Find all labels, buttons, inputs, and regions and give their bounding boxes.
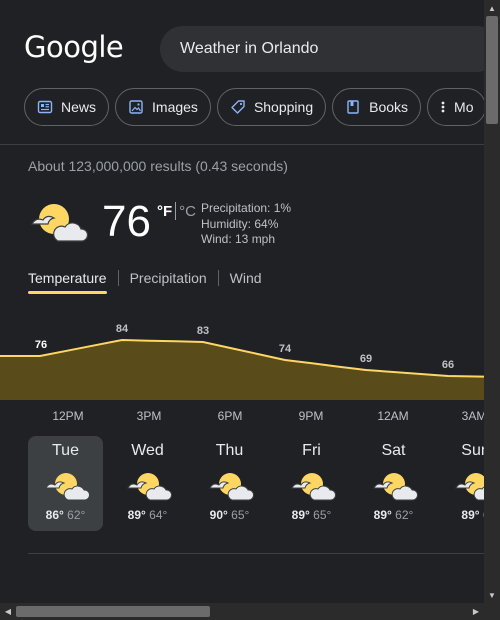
scroll-up-arrow-icon[interactable]: ▲	[484, 0, 500, 16]
temperature-label: 83	[197, 325, 209, 337]
fahrenheit-toggle[interactable]: °F	[157, 203, 172, 220]
day-name: Sun	[461, 442, 484, 459]
chip-label: Books	[369, 99, 409, 115]
day-name: Sat	[381, 442, 406, 459]
low-temp: 62°	[395, 508, 414, 522]
day-name: Thu	[215, 442, 244, 459]
chip-label: Shopping	[253, 99, 314, 115]
tab-precipitation[interactable]: Precipitation	[130, 270, 207, 294]
high-temp: 89°	[127, 508, 146, 522]
forecast-day-sat[interactable]: Sat 89° 62°	[356, 436, 431, 531]
partly-cloudy-icon	[206, 468, 254, 502]
temperature-label: 74	[279, 343, 292, 355]
chip-more[interactable]: Mo	[427, 88, 484, 126]
horizontal-scroll-thumb[interactable]	[16, 606, 210, 617]
weather-details: Precipitation: 1% Humidity: 64% Wind: 13…	[201, 201, 291, 248]
google-logo[interactable]: Google	[24, 30, 124, 64]
temperature-label: 84	[116, 323, 129, 335]
partly-cloudy-icon	[288, 468, 336, 502]
hour-label: 12PM	[52, 409, 84, 423]
unit-separator	[175, 202, 177, 220]
low-temp: 65°	[231, 508, 250, 522]
tab-wind[interactable]: Wind	[230, 270, 262, 294]
temperature-label: 66	[442, 359, 454, 371]
scrollbar-corner	[484, 603, 500, 620]
high-temp: 86°	[45, 508, 64, 522]
vertical-scrollbar[interactable]: ▲ ▼	[484, 0, 500, 603]
tag-icon	[230, 99, 246, 115]
low-temp: 65°	[313, 508, 332, 522]
search-filter-chips: News Images Shopping Books Mo	[24, 88, 484, 126]
chip-label: Mo	[454, 99, 474, 115]
low-temp: 62°	[67, 508, 86, 522]
search-input[interactable]: Weather in Orlando	[160, 26, 484, 72]
temperature-label: 76	[35, 339, 47, 351]
scroll-down-arrow-icon[interactable]: ▼	[484, 587, 500, 603]
current-weather: 76 °F °C	[28, 196, 196, 252]
forecast-day-fri[interactable]: Fri 89° 65°	[274, 436, 349, 531]
temperature-chart: 76 84 83 74 69 66	[0, 323, 484, 400]
low-temp: 64°	[149, 508, 168, 522]
day-temperatures: 89° 62°	[356, 508, 431, 522]
more-vert-icon	[440, 99, 446, 115]
scroll-left-arrow-icon[interactable]: ◀	[0, 603, 16, 620]
partly-cloudy-icon	[42, 468, 90, 502]
humidity-text: Humidity: 64%	[201, 216, 279, 231]
vertical-scroll-thumb[interactable]	[486, 16, 498, 124]
chip-label: Images	[152, 99, 198, 115]
current-temperature: 76	[102, 197, 151, 246]
tab-separator	[217, 270, 219, 286]
temperature-label: 69	[360, 353, 372, 365]
forecast-day-sun[interactable]: Sun 89° 6	[438, 436, 484, 531]
chip-label: News	[61, 99, 97, 115]
high-temp: 89°	[291, 508, 310, 522]
day-temperatures: 89° 6	[438, 508, 484, 522]
search-query: Weather in Orlando	[180, 40, 319, 57]
forecast-day-tue[interactable]: Tue 86° 62°	[28, 436, 103, 531]
daily-forecast: Tue 86° 62° Wed 89° 64° Thu 90° 65° Fri 89° 65°…	[0, 436, 484, 532]
forecast-day-thu[interactable]: Thu 90° 65°	[192, 436, 267, 531]
day-name: Fri	[302, 442, 321, 459]
high-temp: 89°	[461, 508, 480, 522]
hour-label: 3PM	[136, 409, 162, 423]
partly-cloudy-icon	[28, 196, 89, 249]
page: Google Weather in Orlando News Images Sh…	[0, 0, 484, 603]
day-name: Wed	[131, 442, 164, 459]
chip-books[interactable]: Books	[332, 88, 422, 126]
weather-tabs: Temperature Precipitation Wind	[28, 270, 262, 294]
hour-label: 3AM	[461, 409, 484, 423]
tab-separator	[117, 270, 119, 286]
header-divider	[0, 144, 484, 145]
partly-cloudy-icon	[370, 468, 418, 502]
section-divider	[28, 553, 484, 554]
news-icon	[37, 99, 53, 115]
image-icon	[128, 99, 144, 115]
day-temperatures: 90° 65°	[192, 508, 267, 522]
scroll-right-arrow-icon[interactable]: ▶	[468, 603, 484, 620]
day-temperatures: 89° 65°	[274, 508, 349, 522]
day-temperatures: 86° 62°	[28, 508, 103, 522]
tab-temperature[interactable]: Temperature	[28, 270, 107, 294]
book-icon	[345, 99, 361, 115]
high-temp: 89°	[373, 508, 392, 522]
hour-labels: 12PM 3PM 6PM 9PM 12AM 3AM	[0, 409, 484, 425]
horizontal-scrollbar[interactable]: ◀ ▶	[0, 603, 484, 620]
chip-images[interactable]: Images	[115, 88, 211, 126]
day-name: Tue	[52, 442, 79, 459]
hour-label: 9PM	[298, 409, 324, 423]
hour-label: 12AM	[377, 409, 409, 423]
day-temperatures: 89° 64°	[110, 508, 185, 522]
results-stats: About 123,000,000 results (0.43 seconds)	[28, 158, 288, 174]
precipitation-text: Precipitation: 1%	[201, 201, 292, 215]
high-temp: 90°	[209, 508, 228, 522]
forecast-day-wed[interactable]: Wed 89° 64°	[110, 436, 185, 531]
hour-label: 6PM	[217, 409, 243, 423]
unit-toggle: °F °C	[157, 202, 196, 220]
chip-news[interactable]: News	[24, 88, 110, 126]
partly-cloudy-icon	[124, 468, 172, 502]
partly-cloudy-icon	[452, 468, 484, 502]
chip-shopping[interactable]: Shopping	[216, 88, 327, 126]
celsius-toggle[interactable]: °C	[179, 203, 196, 220]
wind-text: Wind: 13 mph	[201, 232, 276, 246]
